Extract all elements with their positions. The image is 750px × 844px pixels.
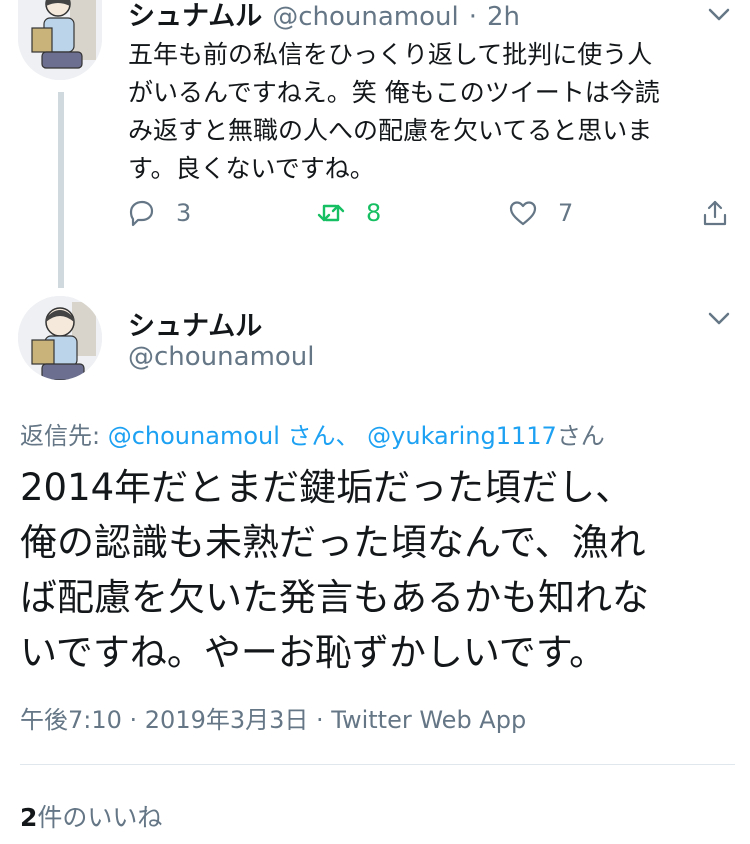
tweet1-text-line: す。良くないですね。: [128, 154, 375, 183]
likes-count: 2: [20, 803, 38, 832]
replying-to-label: 返信先:: [20, 422, 108, 450]
tweet1-text-line: 五年も前の私信をひっくり返して批判に使う人: [128, 40, 653, 69]
tweet-timestamp[interactable]: 午後7:10 · 2019年3月3日 · Twitter Web App: [20, 700, 526, 735]
avatar-illustration: [18, 296, 102, 380]
like-button[interactable]: 7: [508, 198, 573, 228]
avatar-illustration: [18, 0, 102, 80]
divider: [20, 764, 735, 765]
likes-unit: 件: [37, 803, 63, 832]
share-icon: [703, 200, 727, 226]
chevron-down-icon[interactable]: [704, 0, 734, 30]
tweet1-text-line: がいるんですねえ。笑 俺もこのツイートは今読: [128, 78, 660, 107]
tweet2-text-line: 2014年だとまだ鍵垢だった頃だし、: [20, 466, 633, 509]
like-icon: [509, 201, 537, 226]
tweet1-text: 五年も前の私信をひっくり返して批判に使う人 がいるんですねえ。笑 俺もこのツイー…: [128, 36, 728, 188]
tweet1-time[interactable]: 2h: [487, 2, 520, 32]
tweet1-display-name[interactable]: シュナムル: [128, 0, 262, 33]
reply-count: 3: [176, 199, 192, 227]
likes-label: のいいね: [62, 803, 163, 832]
tweet1-handle[interactable]: @chounamoul: [272, 2, 459, 32]
thread-connector-line: [58, 92, 64, 288]
reply-icon: [129, 200, 154, 227]
mention-link[interactable]: @chounamoul: [108, 422, 280, 450]
reply-button[interactable]: 3: [126, 198, 191, 228]
tweet2-display-name[interactable]: シュナムル: [128, 304, 262, 343]
replying-to: 返信先: @chounamoul さん、 @yukaring1117さん: [20, 416, 605, 451]
retweet-icon: [317, 204, 345, 222]
retweet-count: 8: [366, 199, 382, 227]
avatar[interactable]: [18, 296, 102, 380]
mention-suffix: さん、: [279, 422, 368, 450]
mention-suffix: さん: [556, 422, 605, 450]
tweet2-handle[interactable]: @chounamoul: [128, 342, 315, 372]
likes-summary[interactable]: 2件のいいね: [20, 798, 162, 834]
mention-link[interactable]: @yukaring1117: [367, 422, 557, 450]
share-button[interactable]: [700, 198, 730, 228]
tweet1-header: シュナムル @chounamoul · 2h: [128, 0, 520, 33]
tweet2-text-line: ば配慮を欠いた発言もあるかも知れな: [20, 576, 649, 619]
tweet2-text: 2014年だとまだ鍵垢だった頃だし、 俺の認識も未熟だった頃なんで、漁れ ば配慮…: [20, 460, 735, 680]
retweet-button[interactable]: 8: [316, 198, 381, 228]
chevron-down-icon[interactable]: [704, 304, 734, 334]
tweet2-text-line: 俺の認識も未熟だった頃なんで、漁れ: [20, 521, 646, 564]
tweet1-text-line: み返すと無職の人への配慮を欠いてると思いま: [128, 116, 653, 145]
avatar[interactable]: [18, 0, 102, 80]
tweet1-separator: ·: [468, 2, 477, 32]
like-count: 7: [558, 199, 574, 227]
tweet2-text-line: いですね。やーお恥ずかしいです。: [20, 631, 607, 674]
